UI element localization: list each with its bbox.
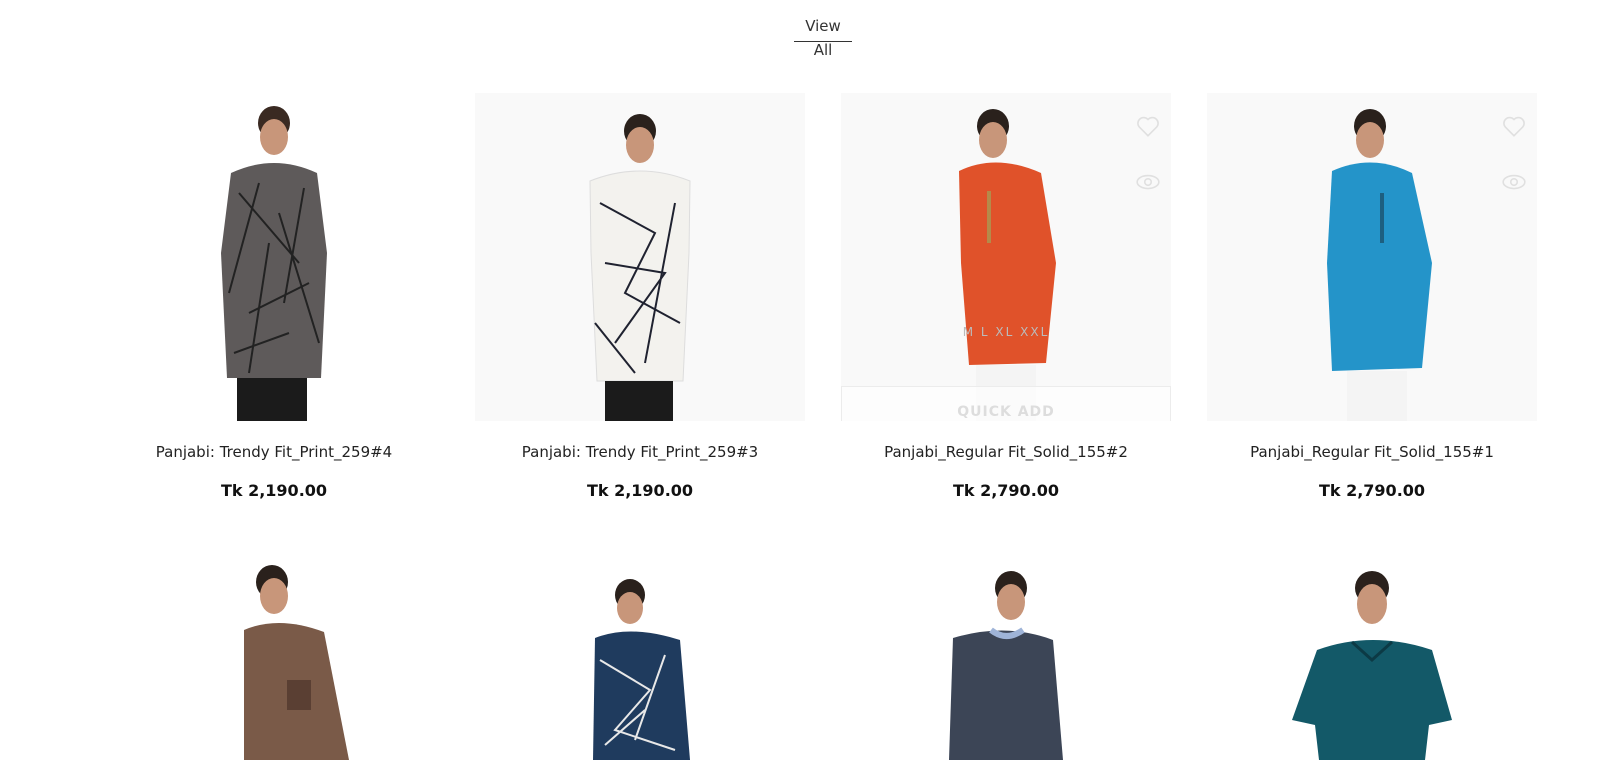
model-figure	[244, 565, 349, 760]
model-figure	[221, 106, 327, 421]
view-all-link[interactable]: View All	[794, 14, 852, 59]
product-image[interactable]	[841, 560, 1171, 760]
size-options[interactable]: M L XL XXL	[841, 325, 1171, 339]
product-image[interactable]	[475, 560, 805, 760]
product-image[interactable]	[109, 560, 439, 760]
quick-add-button[interactable]: QUICK ADD	[841, 386, 1171, 421]
model-figure	[1327, 109, 1432, 421]
product-image[interactable]	[1207, 93, 1537, 421]
product-card[interactable]: Panjabi_Regular Fit_Solid_155#1 Tk 2,790…	[1207, 93, 1537, 500]
product-title[interactable]: Panjabi_Regular Fit_Solid_155#1	[1187, 443, 1557, 461]
product-price: Tk 2,190.00	[220, 481, 328, 500]
product-card[interactable]	[841, 560, 1171, 760]
product-card[interactable]: Panjabi: Trendy Fit_Print_259#4 Tk 2,190…	[109, 93, 439, 500]
model-figure	[1292, 571, 1452, 760]
product-title[interactable]: Panjabi: Trendy Fit_Print_259#3	[455, 443, 825, 461]
product-card[interactable]	[109, 560, 439, 760]
model-figure	[589, 114, 691, 421]
product-card[interactable]	[475, 560, 805, 760]
product-image[interactable]	[475, 93, 805, 421]
product-title[interactable]: Panjabi_Regular Fit_Solid_155#2	[821, 443, 1191, 461]
product-image[interactable]	[109, 93, 439, 421]
product-title[interactable]: Panjabi: Trendy Fit_Print_259#4	[89, 443, 459, 461]
model-figure	[959, 109, 1056, 421]
product-card[interactable]: M L XL XXL QUICK ADD Panjabi_Regular Fit…	[841, 93, 1171, 500]
product-price: Tk 2,190.00	[586, 481, 694, 500]
product-price: Tk 2,790.00	[952, 481, 1060, 500]
model-figure	[593, 579, 690, 760]
eye-icon[interactable]	[1135, 169, 1161, 195]
product-image[interactable]	[1207, 560, 1537, 760]
heart-icon[interactable]	[1135, 113, 1161, 139]
product-card[interactable]: Panjabi: Trendy Fit_Print_259#3 Tk 2,190…	[475, 93, 805, 500]
heart-icon[interactable]	[1501, 113, 1527, 139]
product-card[interactable]	[1207, 560, 1537, 760]
eye-icon[interactable]	[1501, 169, 1527, 195]
product-price: Tk 2,790.00	[1318, 481, 1426, 500]
product-image[interactable]: M L XL XXL QUICK ADD	[841, 93, 1171, 421]
model-figure	[949, 571, 1063, 760]
